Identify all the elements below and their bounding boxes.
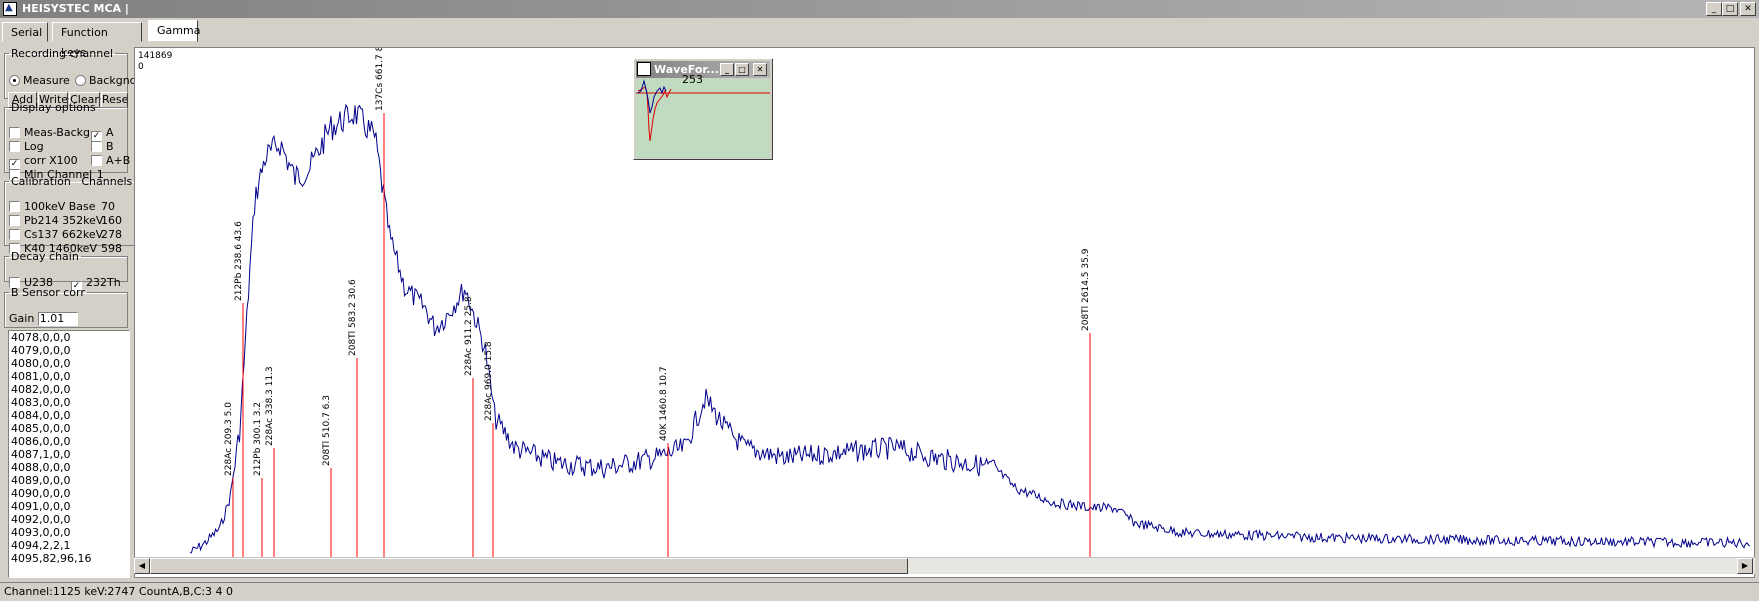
status-bar: Channel:1125 keV:2747 CountA,B,C:3 4 0 [0,582,1759,601]
a-plus-b-checkbox[interactable]: A+B [91,154,130,168]
waveform-value: 253 [682,73,703,86]
horizontal-scrollbar[interactable]: ◀ ▶ [134,557,1755,574]
log-line: 4090,0,0,0 [11,487,71,500]
window-title: HEISYSTEC MCA | [22,2,129,15]
peak-label: 137Cs 661.7 85.0 [375,48,385,111]
title-bar: HEISYSTEC MCA | _ □ ✕ [0,0,1759,18]
recording-channel-legend: Recording channel [11,47,114,60]
log-line: 4091,0,0,0 [11,500,71,513]
peak-label: 228Ac 911.2 25.8 [464,296,474,376]
log-line: 4089,0,0,0 [11,474,71,487]
tab-function-keys[interactable]: Function keys [52,22,142,59]
scroll-thumb[interactable] [150,558,908,574]
display-options-group: Display options Meas-Backg Log ✓ corr X10… [4,101,130,181]
calib-channel-value[interactable]: 278 [101,228,122,242]
tab-gamma[interactable]: Gamma [148,20,200,42]
scroll-right-icon[interactable]: ▶ [1737,558,1753,574]
log-line: 4083,0,0,0 [11,396,71,409]
close-icon[interactable]: ✕ [753,63,767,76]
log-line: 4080,0,0,0 [11,357,71,370]
corr-x100-checkbox[interactable]: ✓ corr X100 [9,154,78,170]
calib-100kev-checkbox[interactable]: 100keV Base [9,200,96,214]
a-checkbox[interactable]: ✓ A [91,126,114,142]
log-line: 4078,0,0,0 [11,331,71,344]
calib-channel-value[interactable]: 160 [101,214,122,228]
minimize-button[interactable]: _ [1706,2,1722,16]
calib-pb214-checkbox[interactable]: Pb214 352keV [9,214,103,228]
maximize-button[interactable]: □ [1722,2,1738,16]
calibration-legend: Calibration Channels [11,175,133,188]
peak-label: 208Tl 2614.5 35.9 [1081,248,1091,331]
checkbox-icon [91,155,102,166]
waveform-window[interactable]: WaveFor... _ □ ✕ 253 [633,58,773,160]
log-line: 4079,0,0,0 [11,344,71,357]
spectrum-plot[interactable]: 141869 0 228Ac 209.3 5.0 212Pb 238.6 43.6… [134,47,1755,578]
y-max-label: 141869 [138,51,173,61]
log-line: 4086,0,0,0 [11,435,71,448]
peak-label: 228Ac 209.3 5.0 [224,402,234,476]
display-options-legend: Display options [11,101,96,114]
maximize-icon[interactable]: □ [735,63,749,76]
log-line: 4095,82,96,16 [11,552,92,565]
b-sensor-legend: B Sensor corr [11,286,85,299]
log-line: 4085,0,0,0 [11,422,71,435]
meas-backg-checkbox[interactable]: Meas-Backg [9,126,90,140]
log-line: 4094,2,2,1 [11,539,71,552]
close-button[interactable]: ✕ [1740,2,1756,16]
checkbox-icon [91,141,102,152]
channels-header: Channels [81,175,133,188]
calib-channel-value[interactable]: 70 [101,200,115,214]
b-checkbox[interactable]: B [91,140,114,154]
log-line: 4087,1,0,0 [11,448,71,461]
data-log[interactable]: 4078,0,0,0 4079,0,0,0 4080,0,0,0 4081,0,0,0… [8,330,130,578]
background-radio[interactable]: Backgnd [75,74,137,88]
log-line: 4081,0,0,0 [11,370,71,383]
calib-cs137-checkbox[interactable]: Cs137 662keV [9,228,103,242]
radio-icon [9,75,20,86]
peak-label: 40K 1460.8 10.7 [659,366,669,441]
app-icon [3,2,17,16]
log-checkbox[interactable]: Log [9,140,44,154]
waveform-trace [636,79,770,142]
peak-label: 228Ac 338.3 11.3 [265,366,275,446]
checkbox-icon [9,141,20,152]
peak-label: 228Ac 969.0 15.8 [484,341,494,421]
peak-label: 212Pb 300.1 3.2 [253,402,263,476]
gain-input[interactable]: 1.01 [37,312,78,326]
log-line: 4082,0,0,0 [11,383,71,396]
waveform-plot: 253 [636,73,770,158]
radio-icon [75,75,86,86]
b-sensor-group: B Sensor corr Gain 1.01 [4,286,128,328]
checkbox-icon [9,229,20,240]
log-line: 4092,0,0,0 [11,513,71,526]
tab-serial[interactable]: Serial [2,22,48,42]
peak-label: 208Tl 583.2 30.6 [348,279,358,356]
app-icon [637,62,651,76]
decay-chain-group: Decay chain U238 ✓ 232Th [4,250,128,292]
log-line: 4084,0,0,0 [11,409,71,422]
spectrum-chart: 141869 0 228Ac 209.3 5.0 212Pb 238.6 43.6… [138,48,1751,558]
calibration-group: Calibration Channels 100keV Base Pb214 3… [4,175,136,255]
log-line: 4093,0,0,0 [11,526,71,539]
spectrum-series [189,103,1751,554]
y-min-label: 0 [138,62,144,72]
tab-bar: Serial Function keys Gamma [0,20,1759,59]
scroll-left-icon[interactable]: ◀ [134,558,150,574]
peak-label: 208Tl 510.7 6.3 [322,395,332,466]
checkbox-icon [9,127,20,138]
waveform-titlebar[interactable]: WaveFor... _ □ ✕ [636,61,770,78]
gain-row: Gain 1.01 [9,312,78,326]
measure-radio[interactable]: Measure [9,74,70,88]
recording-channel-group: Recording channel Measure Backgnd Add Wr… [4,47,137,108]
minimize-icon[interactable]: _ [720,63,734,76]
peak-label: 212Pb 238.6 43.6 [234,221,244,301]
log-line: 4088,0,0,0 [11,461,71,474]
decay-chain-legend: Decay chain [11,250,79,263]
checkbox-icon [9,215,20,226]
checkbox-icon [9,201,20,212]
